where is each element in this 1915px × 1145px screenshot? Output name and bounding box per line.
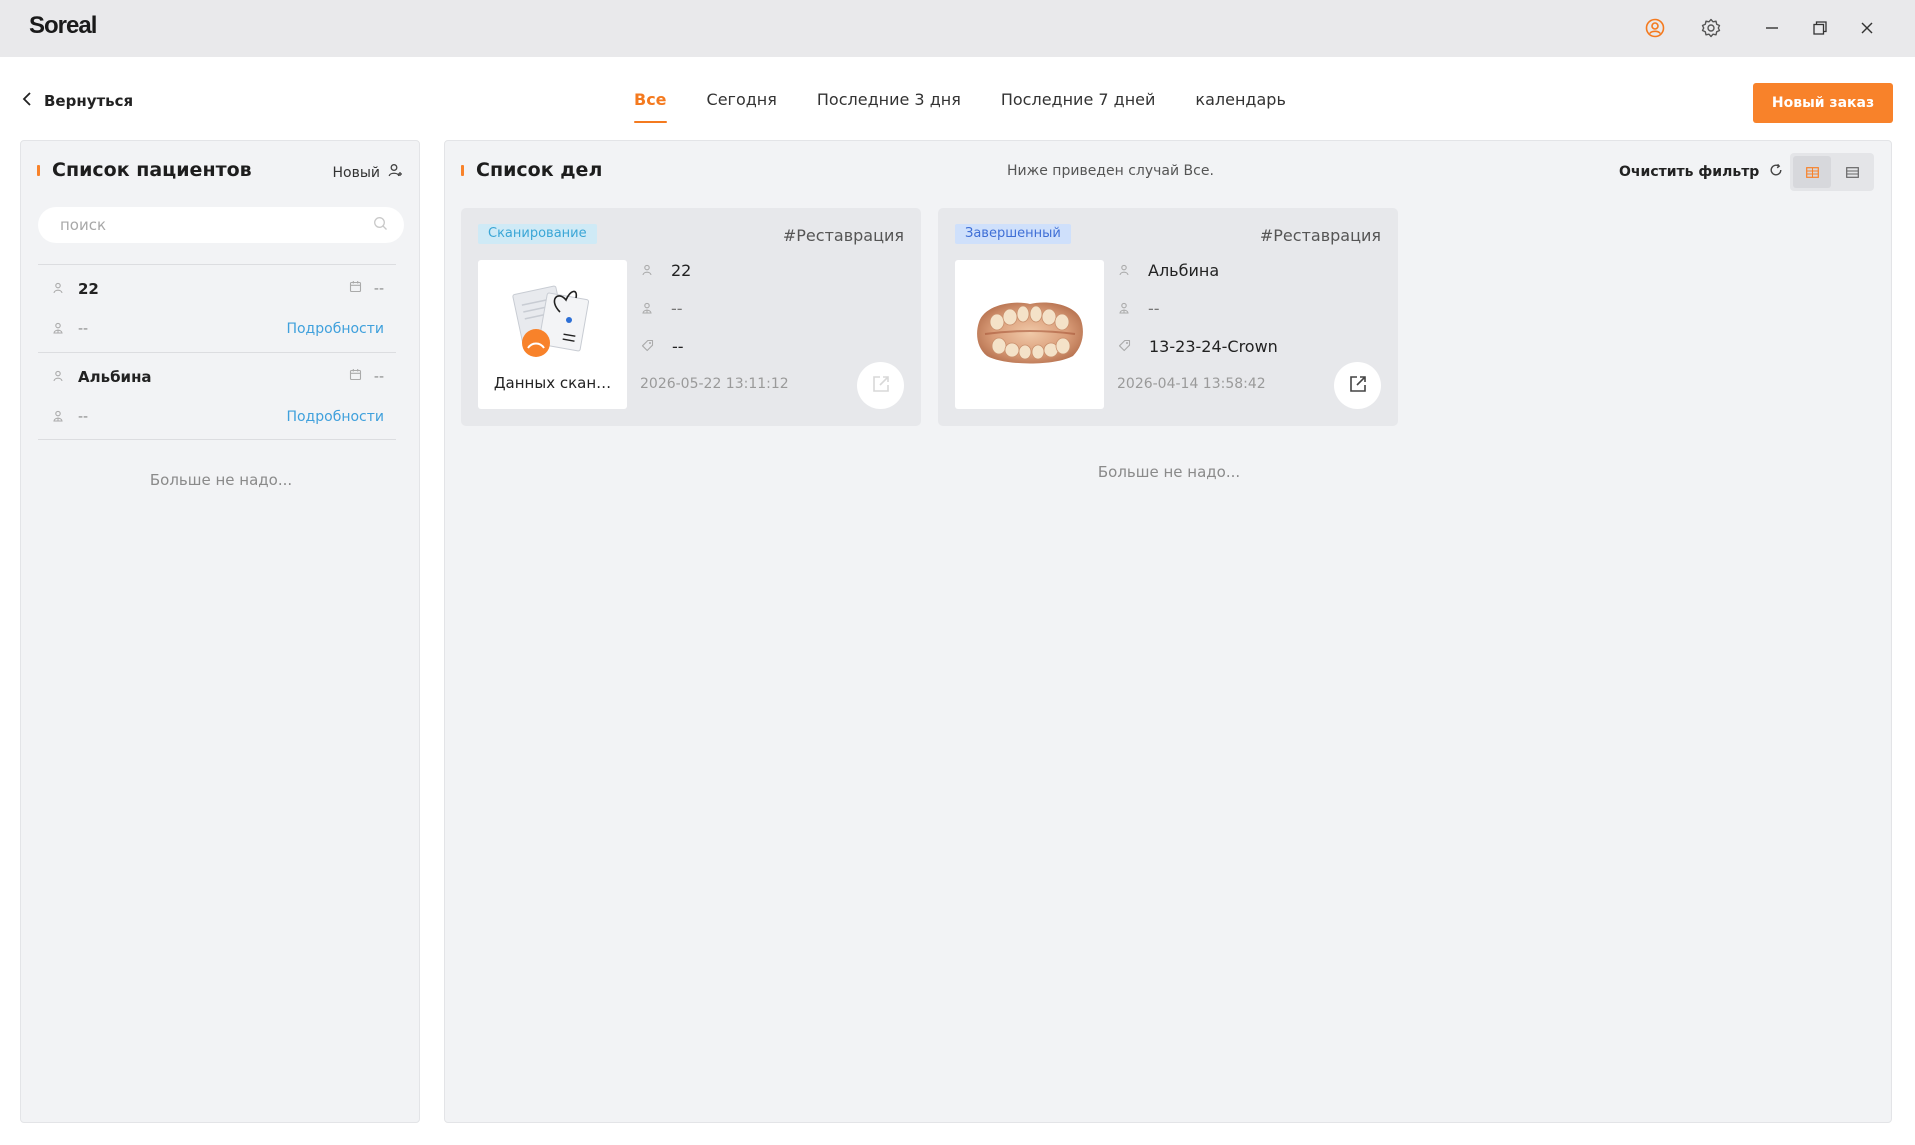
- status-badge: Завершенный: [955, 224, 1071, 244]
- add-user-icon: [388, 163, 403, 182]
- share-icon: [871, 374, 891, 398]
- refresh-icon: [1769, 163, 1783, 181]
- list-view-icon[interactable]: [1833, 156, 1871, 188]
- tab-last-7-days[interactable]: Последние 7 дней: [1001, 90, 1156, 126]
- status-badge: Сканирование: [478, 224, 597, 244]
- case-list-panel: Список дел Ниже приведен случай Все. Очи…: [444, 140, 1892, 1123]
- calendar-icon: [349, 280, 362, 297]
- tab-calendar[interactable]: календарь: [1195, 90, 1285, 126]
- patient-name: 22: [78, 279, 99, 298]
- person-icon: [1118, 261, 1130, 280]
- share-icon: [1348, 374, 1368, 398]
- calendar-icon: [349, 368, 362, 385]
- minimize-icon[interactable]: [1758, 14, 1786, 42]
- case-card[interactable]: Сканирование #Реставрация Данных скан… 2…: [461, 208, 921, 426]
- end-of-list-text: Больше не надо...: [149, 471, 293, 489]
- dental-scan-image: [977, 302, 1083, 364]
- title-bar: Soreal: [0, 0, 1915, 57]
- patient-list: 22 -- -- Подробности Альбина -- -- Подро…: [38, 264, 396, 440]
- case-date: 2026-05-22 13:11:12: [640, 376, 789, 392]
- doctor-icon: [52, 319, 64, 338]
- back-label: Вернуться: [44, 92, 134, 110]
- tag-icon: [641, 337, 654, 356]
- case-list-title: Список дел: [476, 159, 603, 181]
- case-date: 2026-04-14 13:58:42: [1117, 376, 1266, 392]
- restore-icon[interactable]: [1806, 14, 1834, 42]
- tab-today[interactable]: Сегодня: [707, 90, 777, 126]
- search-input[interactable]: [60, 216, 373, 234]
- panel-title: Список пациентов: [37, 159, 252, 181]
- user-circle-icon[interactable]: [1641, 14, 1669, 42]
- case-product-row: --: [641, 337, 684, 356]
- list-item[interactable]: 22 -- -- Подробности: [38, 264, 396, 352]
- doctor-icon: [52, 407, 64, 426]
- person-icon: [641, 261, 653, 280]
- grid-view-icon[interactable]: [1793, 156, 1831, 188]
- title-accent-bar: [37, 164, 40, 176]
- doctor-icon: [1118, 299, 1130, 318]
- case-thumbnail[interactable]: [955, 260, 1104, 409]
- case-doctor-row: --: [1118, 299, 1160, 318]
- date-filter-tabs: Все Сегодня Последние 3 дня Последние 7 …: [634, 90, 1286, 126]
- patient-name: Альбина: [78, 367, 152, 386]
- gear-icon[interactable]: [1697, 14, 1725, 42]
- patient-date: --: [373, 280, 384, 297]
- search-icon[interactable]: [373, 216, 388, 235]
- case-patient-name: Альбина: [1148, 261, 1220, 280]
- new-patient-label: Новый: [332, 164, 381, 181]
- tab-all[interactable]: Все: [634, 90, 667, 126]
- new-order-button[interactable]: Новый заказ: [1753, 83, 1893, 123]
- share-button[interactable]: [857, 362, 904, 409]
- chevron-left-icon: [22, 91, 32, 111]
- patient-search: [38, 207, 404, 243]
- list-item[interactable]: Альбина -- -- Подробности: [38, 352, 396, 440]
- end-of-list-text: Больше не надо...: [1097, 463, 1241, 481]
- patient-date: --: [373, 368, 384, 385]
- view-toggle: [1790, 153, 1874, 191]
- case-tag: #Реставрация: [782, 226, 904, 245]
- tab-last-3-days[interactable]: Последние 3 дня: [817, 90, 961, 126]
- app-logo: Soreal: [29, 12, 97, 39]
- case-patient-row: 22: [641, 261, 691, 280]
- case-thumbnail[interactable]: Данных скан…: [478, 260, 627, 409]
- case-product: --: [672, 337, 684, 356]
- case-doctor: --: [1148, 299, 1160, 318]
- clear-filter-button[interactable]: Очистить фильтр: [1619, 163, 1783, 181]
- case-doctor-row: --: [641, 299, 683, 318]
- tag-icon: [1118, 337, 1131, 356]
- clear-filter-label: Очистить фильтр: [1619, 164, 1760, 180]
- panel-title: Список дел: [461, 159, 602, 181]
- patient-list-title: Список пациентов: [52, 159, 252, 181]
- new-patient-button[interactable]: Новый: [333, 163, 404, 182]
- case-doctor: --: [671, 299, 683, 318]
- case-product: 13-23-24-Crown: [1149, 337, 1278, 356]
- thumbnail-label: Данных скан…: [493, 374, 612, 392]
- details-link[interactable]: Подробности: [286, 409, 384, 425]
- patient-doctor: --: [78, 320, 89, 337]
- share-button[interactable]: [1334, 362, 1381, 409]
- patient-doctor: --: [78, 408, 89, 425]
- case-filter-description: Ниже приведен случай Все.: [1007, 163, 1214, 179]
- details-link[interactable]: Подробности: [286, 321, 384, 337]
- close-icon[interactable]: [1853, 14, 1881, 42]
- case-tag: #Реставрация: [1259, 226, 1381, 245]
- person-icon: [52, 367, 64, 386]
- case-patient-name: 22: [671, 261, 692, 280]
- doctor-icon: [641, 299, 653, 318]
- person-icon: [52, 279, 64, 298]
- title-accent-bar: [461, 164, 464, 176]
- case-card[interactable]: Завершенный #Реставрация Альбина -- 13-2…: [938, 208, 1398, 426]
- case-patient-row: Альбина: [1118, 261, 1219, 280]
- case-product-row: 13-23-24-Crown: [1118, 337, 1278, 356]
- back-button[interactable]: Вернуться: [22, 91, 133, 111]
- patient-list-panel: Список пациентов Новый 22 --: [20, 140, 420, 1123]
